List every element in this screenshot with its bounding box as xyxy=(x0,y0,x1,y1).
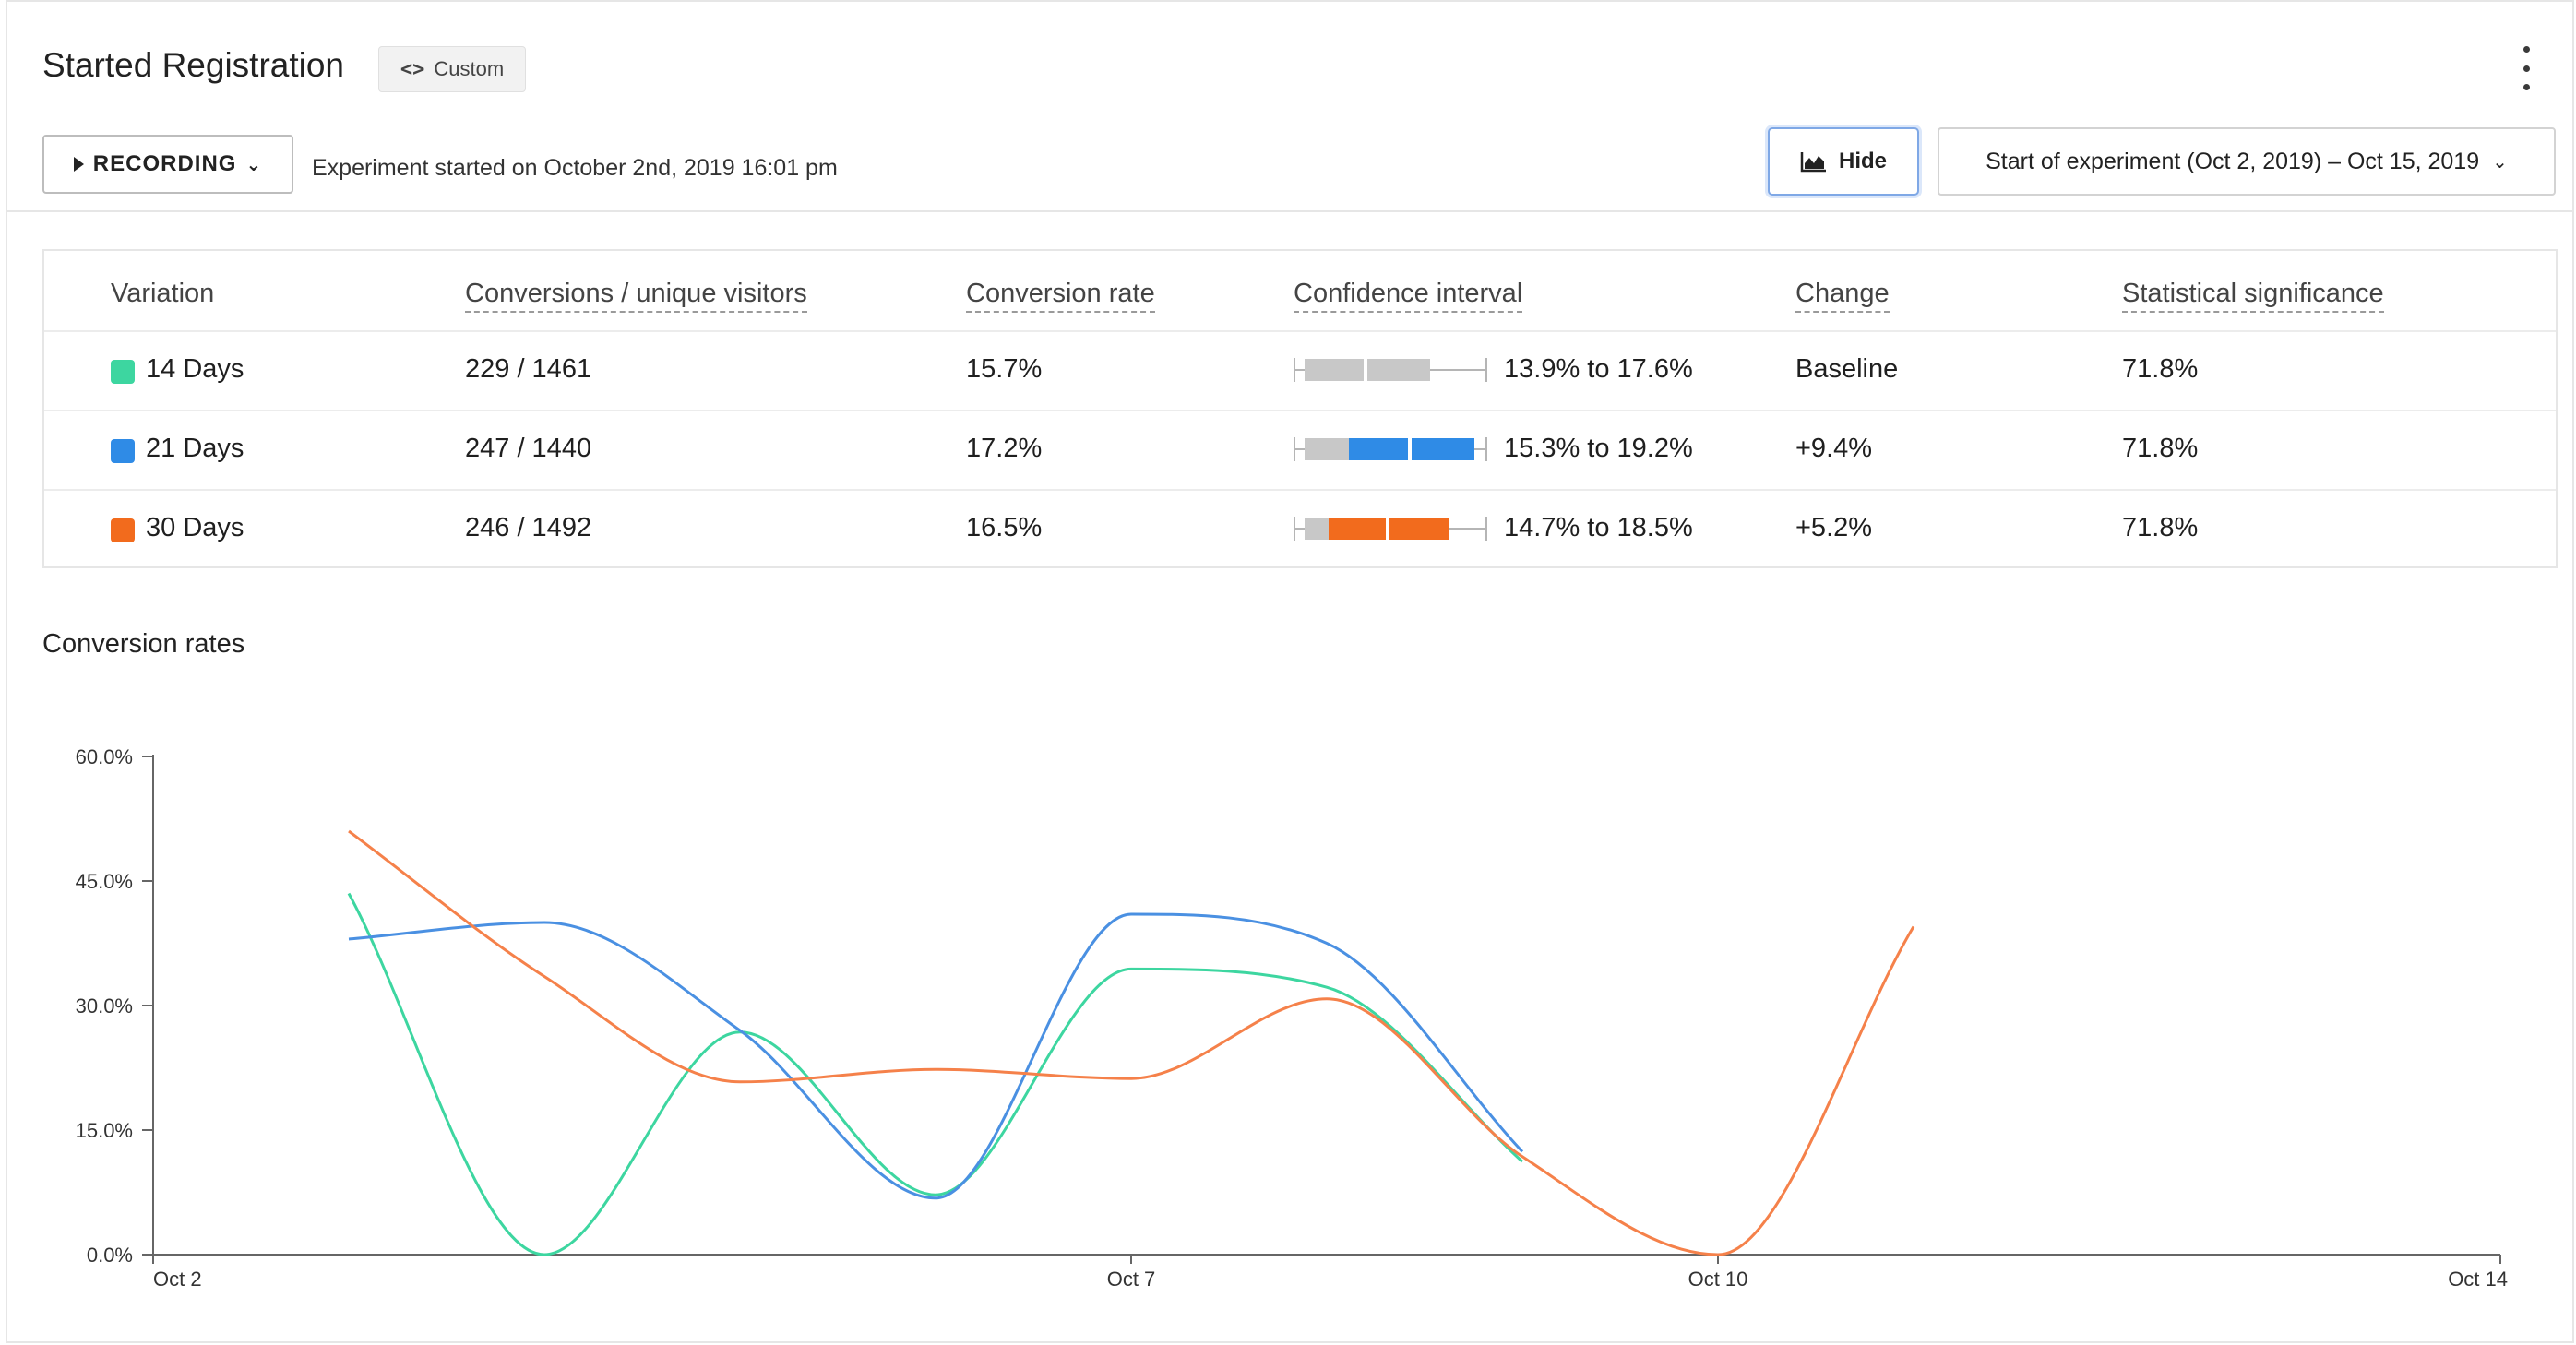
row-divider xyxy=(44,330,2556,332)
x-tick-label: Oct 14 xyxy=(2448,1268,2508,1291)
conversion-rates-chart: 0.0% 15.0% 30.0% 45.0% 60.0% Oct 2 Oct 7 Oct 10… xyxy=(76,745,2508,1291)
hide-chart-button[interactable]: Hide xyxy=(1768,127,1919,196)
x-tick-label: Oct 10 xyxy=(1688,1268,1748,1291)
confidence-interval-value: 15.3% to 19.2% xyxy=(1504,434,1693,463)
change-value: Baseline xyxy=(1795,354,1899,384)
significance-value: 71.8% xyxy=(2122,354,2199,384)
recording-button[interactable]: RECORDING ⌄ xyxy=(42,135,293,194)
variation-color-swatch xyxy=(111,439,135,463)
variation-name: 21 Days xyxy=(146,434,244,463)
conversions-value: 247 / 1440 xyxy=(465,434,592,463)
row-divider xyxy=(44,489,2556,491)
significance-value: 71.8% xyxy=(2122,513,2199,542)
play-icon xyxy=(73,157,84,172)
column-header-change[interactable]: Change xyxy=(1795,279,1890,313)
column-header-confidence-interval[interactable]: Confidence interval xyxy=(1294,279,1523,313)
x-tick-label: Oct 2 xyxy=(153,1268,202,1291)
x-tick-label: Oct 7 xyxy=(1107,1268,1156,1291)
confidence-interval-value: 13.9% to 17.6% xyxy=(1504,354,1693,384)
experiment-results-card: Started Registration <> Custom RECORDING… xyxy=(0,0,2576,1345)
chart-title: Conversion rates xyxy=(42,629,245,659)
y-tick-label: 0.0% xyxy=(87,1244,133,1267)
variation-color-swatch xyxy=(111,360,135,384)
confidence-interval-value: 14.7% to 18.5% xyxy=(1504,513,1693,542)
series-line-0 xyxy=(347,892,1523,1256)
conversions-value: 229 / 1461 xyxy=(465,354,592,384)
divider xyxy=(6,210,2574,212)
page-title: Started Registration xyxy=(42,46,345,84)
conversion-rate-value: 15.7% xyxy=(966,354,1043,384)
column-header-variation: Variation xyxy=(111,279,215,308)
significance-value: 71.8% xyxy=(2122,434,2199,463)
chevron-down-icon: ⌄ xyxy=(2492,151,2508,173)
variation-name: 14 Days xyxy=(146,354,244,384)
experiment-start-text: Experiment started on October 2nd, 2019 … xyxy=(312,155,838,181)
area-chart-icon xyxy=(1800,152,1826,173)
column-header-conversions[interactable]: Conversions / unique visitors xyxy=(465,279,807,313)
vertical-ellipsis-icon[interactable] xyxy=(2515,46,2537,90)
variation-name: 30 Days xyxy=(146,513,244,542)
results-table: Variation Conversions / unique visitors … xyxy=(42,249,2558,568)
row-divider xyxy=(44,410,2556,411)
confidence-interval-bar xyxy=(1294,515,1487,542)
y-tick-label: 60.0% xyxy=(76,745,133,768)
conversion-rate-value: 17.2% xyxy=(966,434,1043,463)
confidence-interval-bar xyxy=(1294,435,1487,463)
date-range-select[interactable]: Start of experiment (Oct 2, 2019) – Oct … xyxy=(1938,127,2556,196)
chevron-down-icon: ⌄ xyxy=(245,154,263,175)
conversions-value: 246 / 1492 xyxy=(465,513,592,542)
column-header-conversion-rate[interactable]: Conversion rate xyxy=(966,279,1155,313)
custom-badge-label: Custom xyxy=(434,57,505,80)
conversion-rate-value: 16.5% xyxy=(966,513,1043,542)
hide-label: Hide xyxy=(1838,149,1887,173)
change-value: +9.4% xyxy=(1795,434,1873,463)
recording-label: RECORDING xyxy=(92,151,237,176)
code-icon: <> xyxy=(400,57,425,81)
custom-badge[interactable]: <> Custom xyxy=(378,46,526,92)
y-tick-label: 30.0% xyxy=(76,994,133,1018)
series-line-2 xyxy=(348,829,1915,1256)
change-value: +5.2% xyxy=(1795,513,1873,542)
confidence-interval-bar xyxy=(1294,356,1487,384)
y-tick-label: 15.0% xyxy=(76,1119,133,1142)
column-header-significance[interactable]: Statistical significance xyxy=(2122,279,2384,313)
variation-color-swatch xyxy=(111,518,135,542)
series-line-1 xyxy=(348,912,1524,1200)
y-tick-label: 45.0% xyxy=(76,870,133,893)
date-range-label: Start of experiment (Oct 2, 2019) – Oct … xyxy=(1986,148,2480,174)
